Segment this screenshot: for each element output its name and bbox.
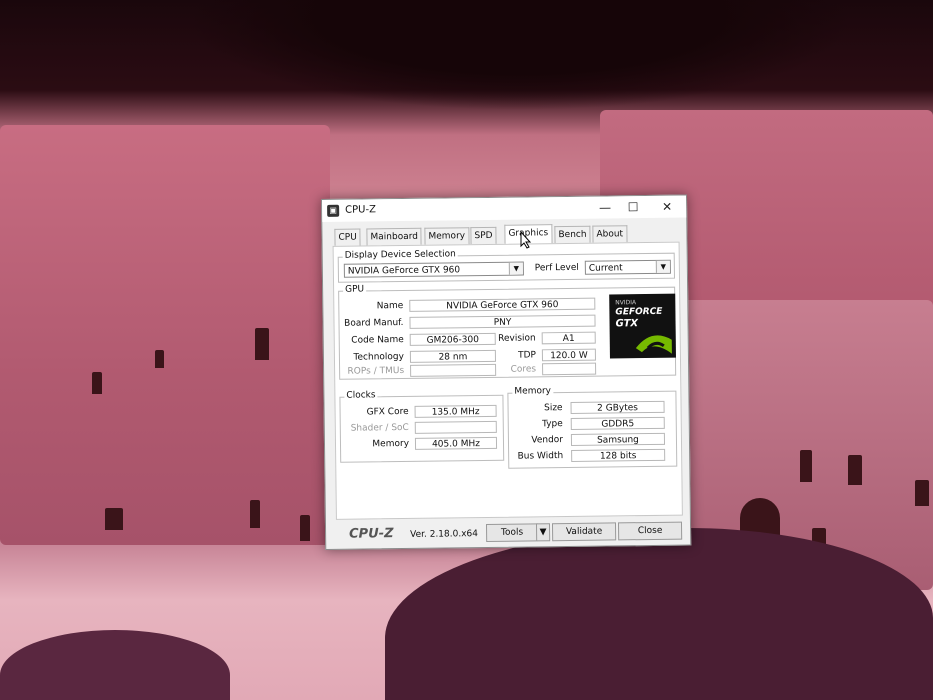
memory-size-value: 2 GBytes bbox=[570, 400, 665, 414]
tdp-label: TDP bbox=[518, 350, 536, 361]
technology-label: Technology bbox=[353, 351, 404, 363]
maximize-icon[interactable]: ☐ bbox=[620, 198, 646, 216]
memory-group: Memory Size 2 GBytes Type GDDR5 Vendor S… bbox=[507, 386, 678, 469]
technology-value: 28 nm bbox=[409, 349, 497, 363]
nvidia-geforce-gtx-logo: NVIDIA GEFORCE GTX bbox=[609, 293, 676, 359]
perf-level-label: Perf Level bbox=[534, 262, 579, 274]
logo-brand-text: NVIDIA bbox=[615, 299, 637, 307]
footer-bar: CPU-Z Ver. 2.18.0.x64 Tools ▼ Validate C… bbox=[326, 518, 690, 548]
code-name-value: GM206-300 bbox=[409, 332, 496, 346]
mouse-cursor-icon bbox=[520, 231, 532, 249]
title-bar[interactable]: ▣ CPU-Z — ☐ ✕ bbox=[322, 195, 687, 222]
memory-size-label: Size bbox=[544, 403, 563, 414]
shader-soc-label: Shader / SoC bbox=[350, 422, 409, 434]
memory-vendor-label: Vendor bbox=[531, 435, 564, 446]
close-button[interactable]: Close bbox=[617, 521, 683, 541]
close-icon[interactable]: ✕ bbox=[654, 198, 680, 216]
gpu-group: GPU Name NVIDIA GeForce GTX 960 Board Ma… bbox=[338, 284, 677, 380]
minimize-icon[interactable]: — bbox=[592, 198, 618, 216]
bus-width-value: 128 bits bbox=[571, 448, 666, 462]
display-device-label: Display Device Selection bbox=[342, 249, 458, 261]
clocks-group-label: Clocks bbox=[344, 390, 378, 401]
device-select-value: NVIDIA GeForce GTX 960 bbox=[347, 265, 461, 277]
nvidia-eye-icon bbox=[635, 335, 672, 354]
display-device-group: Display Device Selection NVIDIA GeForce … bbox=[337, 249, 675, 283]
version-text: Ver. 2.18.0.x64 bbox=[410, 529, 479, 540]
cpuz-brand-logo: CPU-Z bbox=[349, 526, 394, 542]
cpuz-app-icon: ▣ bbox=[327, 204, 340, 217]
board-manuf-label: Board Manuf. bbox=[344, 318, 404, 329]
memory-type-label: Type bbox=[542, 419, 563, 430]
perf-level-value: Current bbox=[588, 263, 623, 274]
tab-bench[interactable]: Bench bbox=[554, 225, 591, 244]
validate-button[interactable]: Validate bbox=[551, 522, 617, 542]
revision-value: A1 bbox=[541, 331, 596, 345]
gfx-core-label: GFX Core bbox=[366, 406, 409, 418]
tab-about[interactable]: About bbox=[592, 225, 628, 243]
shader-soc-value bbox=[414, 420, 497, 434]
tools-button[interactable]: Tools bbox=[485, 523, 539, 543]
gfx-core-value: 135.0 MHz bbox=[414, 404, 497, 418]
clocks-group: Clocks GFX Core 135.0 MHz Shader / SoC M… bbox=[339, 390, 505, 463]
cores-value bbox=[542, 362, 597, 376]
chevron-down-icon: ▼ bbox=[508, 262, 523, 275]
gpu-name-value: NVIDIA GeForce GTX 960 bbox=[409, 297, 596, 312]
graphics-panel: Display Device Selection NVIDIA GeForce … bbox=[332, 241, 683, 520]
tab-memory[interactable]: Memory bbox=[424, 227, 470, 245]
chevron-down-icon: ▼ bbox=[655, 260, 670, 273]
memory-type-value: GDDR5 bbox=[570, 416, 665, 430]
bus-width-label: Bus Width bbox=[517, 451, 564, 462]
logo-series-text: GTX bbox=[615, 318, 639, 330]
device-select[interactable]: NVIDIA GeForce GTX 960 ▼ bbox=[343, 261, 524, 278]
perf-level-select[interactable]: Current ▼ bbox=[584, 259, 671, 275]
revision-label: Revision bbox=[498, 333, 536, 344]
tab-mainboard[interactable]: Mainboard bbox=[366, 227, 423, 246]
gpu-name-label: Name bbox=[376, 301, 404, 312]
rops-tmus-value bbox=[410, 363, 497, 377]
gpu-group-label: GPU bbox=[343, 284, 367, 295]
memory-clock-label: Memory bbox=[372, 438, 410, 450]
cpuz-window: ▣ CPU-Z — ☐ ✕ CPU Mainboard Memory SPD G… bbox=[321, 194, 692, 550]
tab-spd[interactable]: SPD bbox=[470, 226, 497, 245]
cores-label: Cores bbox=[510, 364, 537, 375]
tdp-value: 120.0 W bbox=[541, 348, 596, 362]
memory-vendor-value: Samsung bbox=[570, 432, 666, 446]
logo-product-text: GEFORCE bbox=[615, 306, 663, 318]
tools-dropdown-arrow-icon[interactable]: ▼ bbox=[535, 523, 551, 542]
memory-clock-value: 405.0 MHz bbox=[414, 436, 498, 450]
code-name-label: Code Name bbox=[351, 335, 404, 346]
window-title: CPU-Z bbox=[345, 204, 377, 216]
board-manuf-value: PNY bbox=[409, 314, 596, 329]
rops-tmus-label: ROPs / TMUs bbox=[347, 365, 405, 377]
memory-group-label: Memory bbox=[512, 386, 554, 397]
tab-cpu[interactable]: CPU bbox=[334, 228, 361, 246]
